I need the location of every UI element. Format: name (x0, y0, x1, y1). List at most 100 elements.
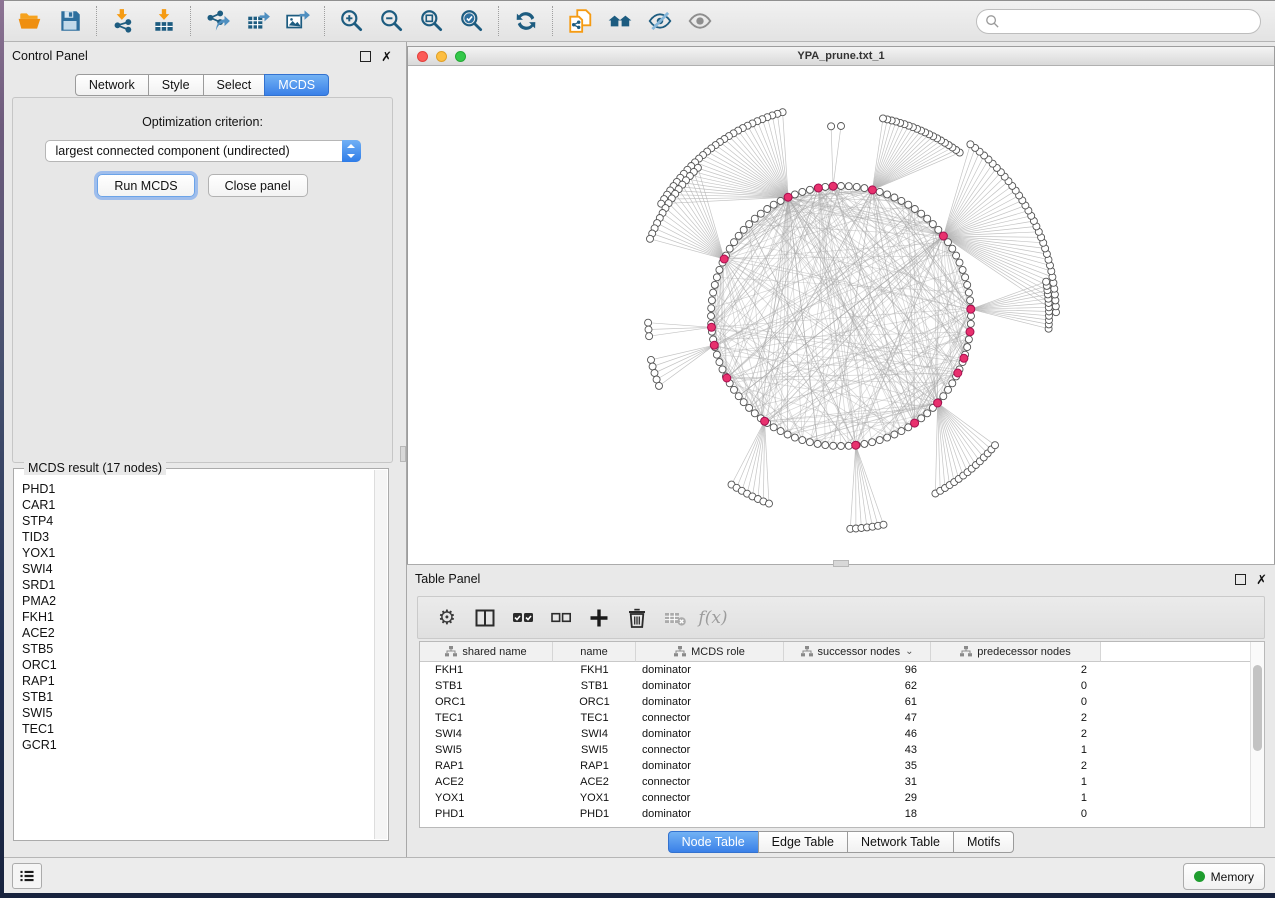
memory-label: Memory (1211, 870, 1254, 884)
cell-successor-nodes: 61 (784, 694, 931, 710)
column-header-MCDS-role[interactable]: MCDS role (636, 642, 784, 662)
save-session-icon[interactable] (50, 3, 90, 39)
minimize-window-icon[interactable] (436, 51, 447, 62)
zoom-in-icon[interactable] (332, 3, 372, 39)
first-neighbors-icon[interactable] (600, 3, 640, 39)
float-panel-icon[interactable] (360, 51, 371, 62)
cell-predecessor-nodes: 1 (931, 742, 1101, 758)
show-all-icon[interactable] (680, 3, 720, 39)
table-row[interactable]: STB1STB1dominator620 (420, 678, 1264, 694)
zoom-fit-icon[interactable] (412, 3, 452, 39)
column-header-shared-name[interactable]: shared name (420, 642, 553, 662)
tab-node-table[interactable]: Node Table (668, 831, 759, 853)
tab-network-table[interactable]: Network Table (847, 831, 954, 853)
memory-button[interactable]: Memory (1183, 863, 1265, 890)
cell-MCDS-role: dominator (636, 806, 784, 822)
mcds-result-item[interactable]: GCR1 (22, 737, 375, 753)
trash-icon[interactable] (620, 601, 654, 635)
mcds-result-list: PHD1CAR1STP4TID3YOX1SWI4SRD1PMA2FKH1ACE2… (14, 473, 375, 840)
mcds-result-item[interactable]: SWI5 (22, 705, 375, 721)
tab-mcds[interactable]: MCDS (264, 74, 329, 96)
table-row[interactable]: SWI4SWI4dominator462 (420, 726, 1264, 742)
cell-successor-nodes: 29 (784, 790, 931, 806)
mcds-result-item[interactable]: STB1 (22, 689, 375, 705)
table-body: FKH1FKH1dominator962STB1STB1dominator620… (420, 662, 1264, 822)
search-input[interactable] (1000, 14, 1260, 30)
close-table-panel-icon[interactable]: ✗ (1256, 573, 1267, 586)
cell-shared-name: STB1 (420, 678, 553, 694)
import-table-icon[interactable] (144, 3, 184, 39)
run-mcds-button[interactable]: Run MCDS (97, 174, 194, 197)
mcds-result-item[interactable]: TEC1 (22, 721, 375, 737)
mcds-result-item[interactable]: FKH1 (22, 609, 375, 625)
network-canvas-svg[interactable] (408, 66, 1274, 564)
mcds-result-item[interactable]: CAR1 (22, 497, 375, 513)
table-scrollbar[interactable] (1250, 642, 1264, 827)
mcds-result-item[interactable]: ORC1 (22, 657, 375, 673)
table-row[interactable]: ACE2ACE2connector311 (420, 774, 1264, 790)
cell-MCDS-role: dominator (636, 726, 784, 742)
result-scrollbar[interactable] (374, 470, 387, 839)
column-header-name[interactable]: name (553, 642, 636, 662)
cell-predecessor-nodes: 0 (931, 694, 1101, 710)
cell-filler (1101, 726, 1264, 742)
close-panel-icon[interactable]: ✗ (381, 50, 392, 63)
mcds-result-item[interactable]: STB5 (22, 641, 375, 657)
table-row[interactable]: TEC1TEC1connector472 (420, 710, 1264, 726)
mcds-result-item[interactable]: PHD1 (22, 481, 375, 497)
mcds-result-item[interactable]: ACE2 (22, 625, 375, 641)
header-filler (1101, 642, 1264, 662)
tab-style[interactable]: Style (148, 74, 204, 96)
column-header-predecessor-nodes[interactable]: predecessor nodes (931, 642, 1101, 662)
mcds-result-item[interactable]: TID3 (22, 529, 375, 545)
tab-network[interactable]: Network (75, 74, 149, 96)
add-icon[interactable] (582, 601, 616, 635)
select-all-icon[interactable] (506, 601, 540, 635)
close-panel-button[interactable]: Close panel (208, 174, 308, 197)
close-window-icon[interactable] (417, 51, 428, 62)
horizontal-splitter-grip[interactable] (833, 560, 849, 567)
table-row[interactable]: SWI5SWI5connector431 (420, 742, 1264, 758)
hide-selected-icon[interactable] (640, 3, 680, 39)
maximize-window-icon[interactable] (455, 51, 466, 62)
criterion-select[interactable]: largest connected component (undirected) (45, 140, 361, 162)
table-scrollbar-thumb[interactable] (1253, 665, 1262, 751)
tab-motifs[interactable]: Motifs (953, 831, 1014, 853)
table-row[interactable]: FKH1FKH1dominator962 (420, 662, 1264, 678)
gear-icon[interactable]: ⚙ (430, 601, 464, 635)
open-file-icon[interactable] (10, 3, 50, 39)
table-row[interactable]: PHD1PHD1dominator180 (420, 806, 1264, 822)
tab-select[interactable]: Select (203, 74, 266, 96)
mcds-result-item[interactable]: YOX1 (22, 545, 375, 561)
zoom-selected-icon[interactable] (452, 3, 492, 39)
export-network-icon[interactable] (198, 3, 238, 39)
export-table-icon[interactable] (238, 3, 278, 39)
table-row[interactable]: ORC1ORC1dominator610 (420, 694, 1264, 710)
table-row[interactable]: YOX1YOX1connector291 (420, 790, 1264, 806)
task-history-button[interactable] (12, 863, 42, 889)
split-view-icon[interactable] (468, 601, 502, 635)
vertical-splitter-grip[interactable] (400, 446, 406, 462)
tab-edge-table[interactable]: Edge Table (758, 831, 848, 853)
float-table-panel-icon[interactable] (1235, 574, 1246, 585)
cell-filler (1101, 710, 1264, 726)
zoom-out-icon[interactable] (372, 3, 412, 39)
status-bar: Memory (4, 857, 1275, 893)
apply-layout-icon[interactable] (506, 3, 546, 39)
mcds-result-item[interactable]: STP4 (22, 513, 375, 529)
mcds-result-item[interactable]: SWI4 (22, 561, 375, 577)
network-canvas[interactable] (408, 66, 1274, 564)
column-header-successor-nodes[interactable]: successor nodes⌄ (784, 642, 931, 662)
deselect-all-icon[interactable] (544, 601, 578, 635)
cell-MCDS-role: dominator (636, 678, 784, 694)
cell-name: RAP1 (553, 758, 636, 774)
mcds-result-item[interactable]: RAP1 (22, 673, 375, 689)
import-network-icon[interactable] (104, 3, 144, 39)
export-image-icon[interactable] (278, 3, 318, 39)
mcds-result-item[interactable]: PMA2 (22, 593, 375, 609)
share-network-icon[interactable] (560, 3, 600, 39)
table-row[interactable]: RAP1RAP1dominator352 (420, 758, 1264, 774)
cell-shared-name: FKH1 (420, 662, 553, 678)
vertical-splitter[interactable] (400, 42, 407, 858)
mcds-result-item[interactable]: SRD1 (22, 577, 375, 593)
